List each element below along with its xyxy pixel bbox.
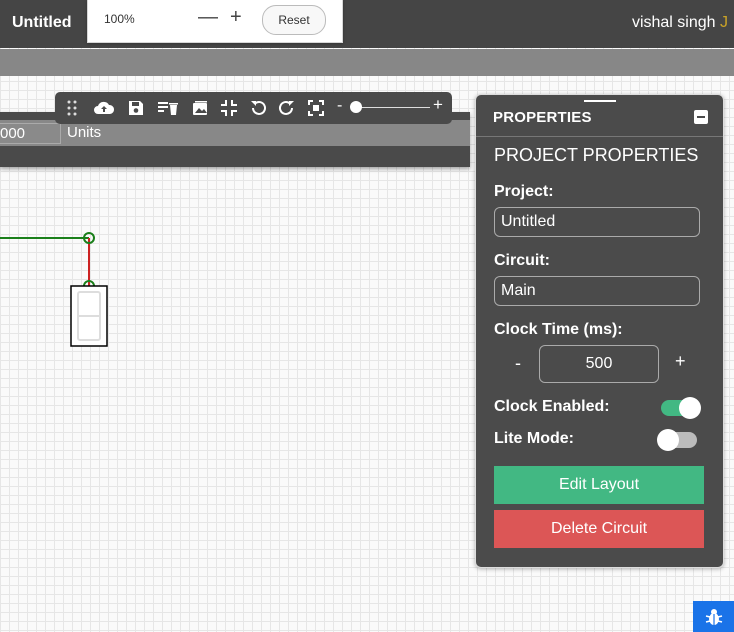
user-menu[interactable]: vishal singh J xyxy=(632,14,728,32)
circuit-name-input[interactable]: Main xyxy=(494,276,700,306)
seven-segment-display[interactable] xyxy=(70,285,108,347)
collapse-icon[interactable] xyxy=(694,110,708,124)
properties-title: PROPERTIES xyxy=(493,109,592,126)
properties-panel: PROPERTIES PROJECT PROPERTIES Project: U… xyxy=(475,94,724,568)
properties-drag-handle[interactable] xyxy=(584,100,616,102)
project-label: Project: xyxy=(494,183,554,200)
lite-mode-label: Lite Mode: xyxy=(494,430,574,447)
clock-increment-button[interactable]: + xyxy=(675,351,686,372)
clock-time-input[interactable]: 500 xyxy=(539,345,659,383)
delete-circuit-button[interactable]: Delete Circuit xyxy=(494,510,704,548)
clock-time-label: Clock Time (ms): xyxy=(494,321,623,338)
bug-icon xyxy=(705,609,723,625)
clock-decrement-button[interactable]: - xyxy=(515,353,521,374)
edit-layout-button[interactable]: Edit Layout xyxy=(494,466,704,504)
section-title: PROJECT PROPERTIES xyxy=(494,145,699,165)
user-name-overflow: J xyxy=(720,14,728,31)
project-name-input[interactable]: Untitled xyxy=(494,207,700,237)
circuit-canvas[interactable] xyxy=(0,0,470,632)
circuit-label: Circuit: xyxy=(494,252,550,269)
clock-enabled-label: Clock Enabled: xyxy=(494,398,610,415)
report-bug-button[interactable] xyxy=(693,601,734,632)
clock-enabled-toggle[interactable] xyxy=(661,397,701,419)
toggle-knob xyxy=(679,397,701,419)
lite-mode-toggle[interactable] xyxy=(657,429,697,451)
toggle-knob xyxy=(657,429,679,451)
divider xyxy=(476,136,723,137)
user-name: vishal singh xyxy=(631,14,716,31)
